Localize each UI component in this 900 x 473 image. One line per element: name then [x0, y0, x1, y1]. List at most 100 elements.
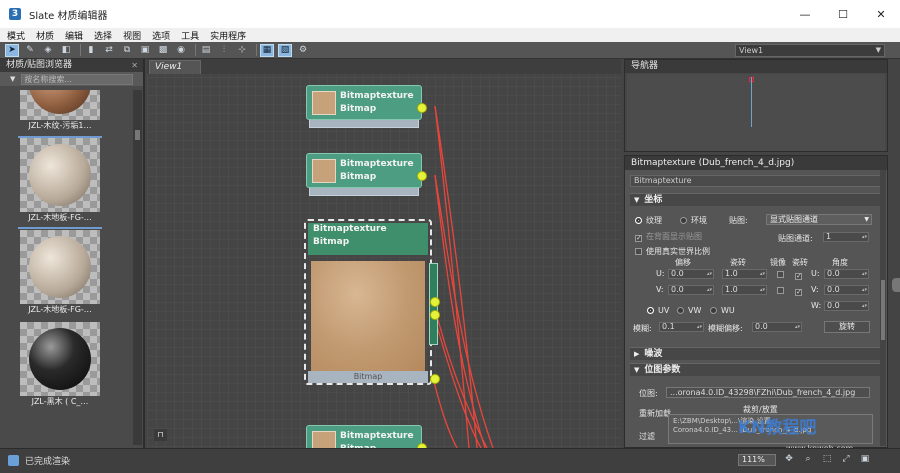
output-port[interactable] [430, 374, 440, 384]
real-world-scale-checkbox[interactable]: 使用真实世界比例 [635, 246, 710, 257]
rollout-bitmap-params[interactable]: ▼ 位图参数 [630, 363, 884, 376]
browser-search-row: ▼ 按名称搜索... [0, 72, 143, 86]
show-end-result-icon[interactable]: ◉ [174, 44, 188, 57]
search-input[interactable]: 按名称搜索... [21, 73, 134, 85]
v-tiling-spinner[interactable]: 1.0 ▴▾ [722, 285, 767, 295]
bitmap-preview [311, 261, 425, 371]
texture-radio[interactable]: 纹理 [635, 215, 662, 226]
zoom-region-icon[interactable]: ⬚ [820, 453, 834, 466]
node-view[interactable]: View1 Bitmaptexture Bitmap Bitmaptexture B… [147, 59, 621, 460]
node-thumbnail [312, 159, 336, 183]
pan-icon[interactable]: ✥ [782, 453, 796, 466]
v-angle-spinner[interactable]: 0.0 ▴▾ [824, 285, 869, 295]
material-map-browser-icon[interactable]: ▦ [260, 43, 274, 57]
checkbox-icon [777, 287, 784, 294]
v-tile-checkbox[interactable]: ✓ [795, 286, 806, 296]
view-select-value: View1 [739, 46, 764, 55]
output-port[interactable] [430, 310, 440, 320]
rotate-button[interactable]: 旋转 [824, 321, 870, 333]
w-angle-spinner[interactable]: 0.0 ▴▾ [824, 301, 869, 311]
rollout-expand-icon: ▶ [634, 350, 640, 358]
radio-icon [680, 217, 687, 224]
checkbox-checked-icon: ✓ [795, 272, 802, 280]
watermark-logo: KN教程吧 [738, 418, 817, 438]
v-offset-spinner[interactable]: 0.0 ▴▾ [668, 285, 714, 295]
scrollbar-thumb[interactable] [135, 130, 140, 140]
v-label: V: [656, 285, 664, 294]
zoom-icon[interactable]: ⌕ [801, 453, 815, 466]
eyedropper-icon[interactable]: ✎ [23, 44, 37, 57]
panel-edge-handle[interactable] [892, 278, 900, 292]
navigator-icon[interactable]: ⚙ [296, 44, 310, 57]
map-channel-spinner[interactable]: 1 ▴▾ [823, 232, 869, 242]
menu-select[interactable]: 选择 [94, 29, 112, 42]
menu-edit[interactable]: 编辑 [65, 29, 83, 42]
wu-radio[interactable]: WU [710, 306, 735, 315]
view-select[interactable]: View1 ▼ [735, 44, 885, 57]
pick-material-icon[interactable]: ◈ [41, 44, 55, 57]
menu-options[interactable]: 选项 [152, 29, 170, 42]
u-mirror-checkbox[interactable] [777, 270, 788, 279]
material-label: JZL-木纹-污垢1… [28, 121, 92, 130]
hide-unused-slots-icon[interactable]: ⧉ [120, 44, 134, 57]
parameter-scrollbar[interactable] [880, 170, 886, 446]
u-angle-spinner[interactable]: 0.0 ▴▾ [824, 269, 869, 279]
pan-hand-icon[interactable]: ⊓ [154, 429, 167, 441]
move-children-icon[interactable]: ⇄ [102, 44, 116, 57]
map-type-dropdown[interactable]: 显式贴图通道 ▼ [766, 214, 872, 225]
output-port[interactable] [417, 103, 427, 113]
output-port[interactable] [430, 297, 440, 307]
tab-view1[interactable]: View1 [149, 60, 201, 74]
delete-icon[interactable]: ▮ [84, 44, 98, 57]
map-name-field[interactable]: Bitmaptexture [630, 175, 884, 187]
uv-radio[interactable]: UV [647, 306, 669, 315]
options-triangle-icon[interactable]: ▼ [10, 75, 15, 83]
output-port[interactable] [417, 171, 427, 181]
select-arrow-icon[interactable]: ➤ [5, 43, 19, 57]
rollout-coordinates[interactable]: ▼ 坐标 [630, 193, 884, 206]
maximize-button[interactable]: ☐ [824, 0, 862, 28]
u-offset-spinner[interactable]: 0.0 ▴▾ [668, 269, 714, 279]
bitmap-path-button[interactable]: ...orona4.0.ID_43298\FZhi\Dub_french_4_d… [666, 387, 870, 398]
v-mirror-checkbox[interactable] [777, 286, 788, 295]
bitmap-node[interactable]: BitmaptextureBitmap [306, 85, 427, 128]
menu-view[interactable]: 视图 [123, 29, 141, 42]
list-item[interactable]: JZL-黑木 ( C_… [18, 322, 102, 411]
menu-material[interactable]: 材质 [36, 29, 54, 42]
hide-unused-icon[interactable]: ⊹ [235, 44, 249, 57]
menu-utilities[interactable]: 实用程序 [210, 29, 246, 42]
selected-bitmap-node[interactable]: Bitmaptexture Bitmap Bitmap [304, 219, 440, 385]
menu-tools[interactable]: 工具 [181, 29, 199, 42]
zoom-selected-icon[interactable]: ▣ [858, 453, 872, 466]
environ-radio[interactable]: 环境 [680, 215, 707, 226]
list-item[interactable]: JZL-木地板-FG-… [18, 230, 102, 319]
show-in-viewport-checkbox[interactable]: ✓ 在背面显示贴图 [635, 231, 702, 242]
u-tile-checkbox[interactable]: ✓ [795, 270, 806, 280]
scrollbar-thumb[interactable] [881, 280, 885, 340]
node-header: Bitmaptexture Bitmap [308, 223, 428, 255]
zoom-field[interactable]: 111% [738, 454, 776, 466]
assign-material-icon[interactable]: ◧ [59, 44, 73, 57]
show-background-icon[interactable]: ▩ [156, 44, 170, 57]
reload-button[interactable]: 重新加载 [639, 408, 671, 419]
close-icon[interactable]: ✕ [131, 59, 138, 72]
blur-label: 模糊: [633, 324, 652, 333]
layout-all-icon[interactable]: ▤ [199, 44, 213, 57]
vw-radio[interactable]: VW [677, 306, 701, 315]
u-tiling-spinner[interactable]: 1.0 ▴▾ [722, 269, 767, 279]
close-button[interactable]: ✕ [862, 0, 900, 28]
layout-children-icon[interactable]: ⫶ [217, 44, 231, 57]
blur-offset-spinner[interactable]: 0.0 ▴▾ [752, 322, 802, 332]
menu-mode[interactable]: 模式 [7, 29, 25, 42]
rollout-noise[interactable]: ▶ 噪波 [630, 347, 884, 360]
navigator-canvas[interactable] [627, 74, 885, 151]
show-map-icon[interactable]: ▣ [138, 44, 152, 57]
blur-spinner[interactable]: 0.1 ▴▾ [659, 322, 704, 332]
list-item[interactable]: JZL-木纹-污垢1… [18, 90, 102, 135]
minimize-button[interactable]: — [786, 0, 824, 28]
browser-scrollbar[interactable] [133, 90, 142, 445]
bitmap-node[interactable]: BitmaptextureBitmap [306, 153, 427, 196]
list-item[interactable]: JZL-木地板-FG-… [18, 136, 102, 229]
parameter-editor-icon[interactable]: ▧ [278, 43, 292, 57]
zoom-extents-icon[interactable]: ⤢ [839, 453, 853, 466]
